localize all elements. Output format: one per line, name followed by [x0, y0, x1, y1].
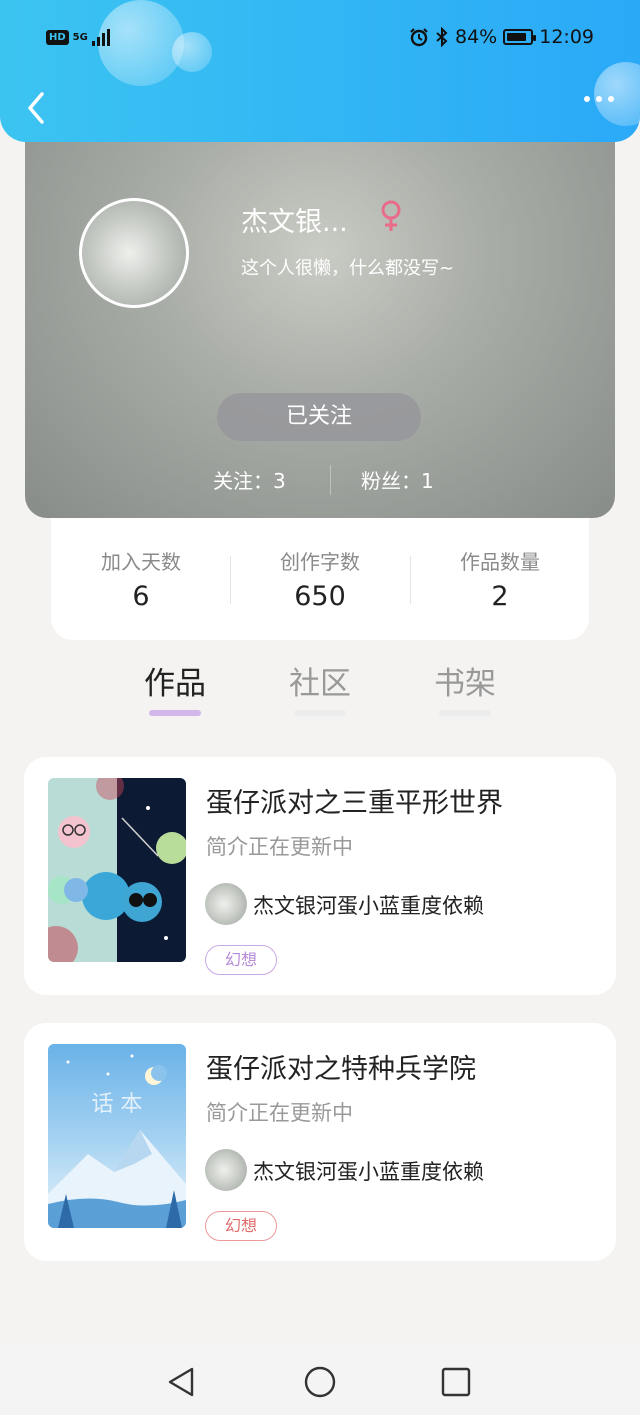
tab-community[interactable]: 社区	[270, 658, 370, 703]
more-button[interactable]	[584, 96, 614, 102]
bluetooth-icon	[436, 27, 448, 47]
network-type: 5G	[72, 31, 88, 43]
stat-label: 创作字数	[280, 550, 360, 574]
author-avatar	[205, 1149, 247, 1191]
book-title[interactable]: 蛋仔派对之三重平形世界	[206, 781, 503, 820]
profile-banner: 杰文银... 这个人很懒，什么都没写~ 已关注 关注：3 粉丝：1	[25, 110, 615, 518]
stat-value: 650	[294, 581, 346, 612]
status-bar: HD 5G 84% 12:09	[0, 22, 640, 56]
genre-tag: 幻想	[205, 1211, 277, 1241]
chevron-left-icon	[28, 92, 44, 124]
tab-bookshelf[interactable]: 书架	[415, 658, 515, 703]
work-card[interactable]: 蛋仔派对之三重平形世界 简介正在更新中 杰文银河蛋小蓝重度依赖 幻想	[24, 757, 616, 995]
status-right: 84% 12:09	[409, 26, 594, 48]
author-name: 杰文银河蛋小蓝重度依赖	[253, 1160, 484, 1184]
tab-indicator-active	[149, 710, 201, 716]
stats-card: 加入天数 6 创作字数 650 作品数量 2	[51, 518, 589, 640]
book-title[interactable]: 蛋仔派对之特种兵学院	[206, 1047, 476, 1086]
cover-illustration	[48, 1054, 186, 1228]
follow-button[interactable]: 已关注	[217, 393, 421, 441]
author-name: 杰文银河蛋小蓝重度依赖	[253, 894, 484, 918]
stat-word-count: 创作字数 650	[230, 546, 410, 612]
stat-value: 2	[491, 581, 509, 612]
battery-percent: 84%	[455, 26, 498, 48]
signal-icon	[91, 28, 110, 46]
cover-illustration	[48, 778, 186, 962]
tab-indicator	[439, 710, 491, 716]
stat-works-count: 作品数量 2	[410, 546, 590, 612]
more-dots-icon	[584, 96, 590, 102]
tab-works[interactable]: 作品	[125, 658, 225, 703]
cover-text: 话 本	[91, 1092, 143, 1117]
recents-square-icon[interactable]	[438, 1364, 474, 1400]
female-gender-icon	[381, 200, 401, 231]
battery-icon	[503, 29, 537, 45]
book-description: 简介正在更新中	[206, 835, 353, 859]
stat-value: 6	[132, 581, 150, 612]
tab-bar: 作品 社区 书架	[0, 658, 640, 720]
user-bio: 这个人很懒，什么都没写~	[241, 258, 455, 279]
stat-label: 作品数量	[460, 550, 540, 574]
author-avatar	[205, 883, 247, 925]
home-circle-icon[interactable]	[302, 1364, 338, 1400]
stat-join-days: 加入天数 6	[51, 546, 231, 612]
back-button[interactable]	[20, 88, 54, 128]
book-description: 简介正在更新中	[206, 1101, 353, 1125]
alarm-icon	[410, 28, 428, 47]
decor-bubble	[594, 62, 640, 126]
divider	[330, 465, 331, 495]
user-name: 杰文银...	[241, 207, 348, 238]
system-nav-bar	[0, 1344, 640, 1415]
genre-tag: 幻想	[205, 945, 277, 975]
followers-count[interactable]: 粉丝：1	[361, 465, 434, 494]
back-triangle-icon[interactable]	[164, 1364, 200, 1400]
following-count[interactable]: 关注：3	[213, 465, 286, 494]
hd-badge: HD	[46, 29, 69, 45]
clock: 12:09	[539, 26, 594, 48]
work-card[interactable]: 话 本 蛋仔派对之特种兵学院 简介正在更新中 杰文银河蛋小蓝重度依赖 幻想	[24, 1023, 616, 1261]
network-indicator: HD 5G	[46, 28, 110, 46]
avatar[interactable]	[79, 198, 189, 308]
header-bar: HD 5G 84% 12:09	[0, 0, 640, 142]
tab-indicator	[294, 710, 346, 716]
stat-label: 加入天数	[101, 550, 181, 574]
book-cover[interactable]	[48, 778, 186, 962]
book-cover[interactable]: 话 本	[48, 1044, 186, 1228]
